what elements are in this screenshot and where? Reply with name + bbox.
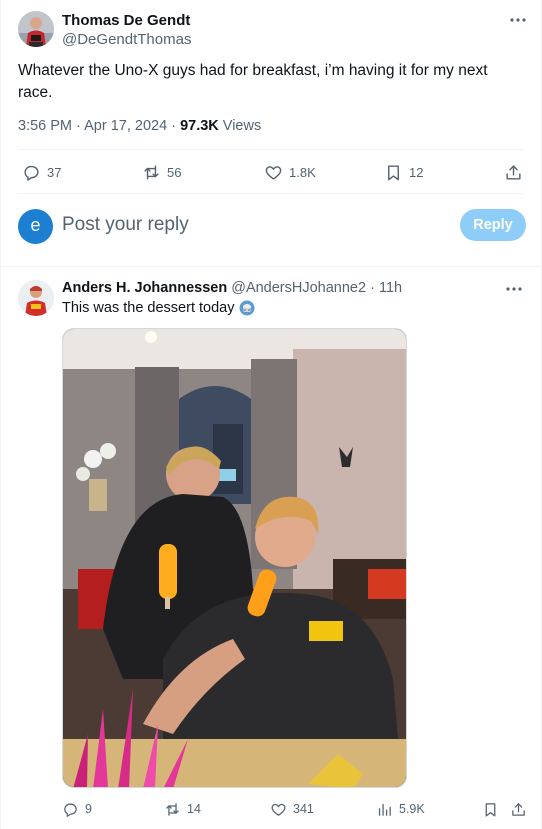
share-action-button[interactable] [510,798,527,820]
repost-action-button[interactable]: 56 [142,158,181,186]
reply-author-name[interactable]: Anders H. Johannessen [62,280,227,296]
repost-icon [144,164,159,180]
more-options-icon[interactable] [504,282,524,298]
bookmark-action-button[interactable]: 12 [384,158,423,186]
heart-icon [265,165,282,180]
author-avatar[interactable] [18,11,54,47]
repost-action-button[interactable]: 14 [164,798,201,820]
repost-icon [166,802,179,816]
reply-icon [24,165,39,181]
bookmark-count: 12 [409,164,424,180]
reply-tweet-header: Anders H. Johannessen @AndersHJohanne2 ·… [62,280,402,296]
reply-action-button[interactable]: 9 [62,798,92,820]
reply-icon [64,803,77,817]
tweet-actions: 37 56 1.8K 12 [18,158,528,186]
like-action-button[interactable]: 1.8K [264,158,316,186]
more-options-icon[interactable] [508,13,528,29]
reply-composer: e Post your reply Reply [18,208,528,244]
share-icon [512,802,525,816]
tweet-text: Whatever the Uno-X guys had for breakfas… [18,62,488,101]
tweet-meta: 3:56 PM · Apr 17, 2024 · 97.3K Views [18,118,261,134]
views-count: 5.9K [399,802,425,816]
share-icon [506,164,521,180]
ice-cream-emoji-icon [239,300,255,316]
reply-action-button[interactable]: 37 [22,158,61,186]
repost-count: 14 [187,802,201,816]
reply-text-content: This was the dessert today [62,300,235,316]
views-count: 97.3K [180,118,219,134]
bookmark-action-button[interactable] [482,798,499,820]
like-action-button[interactable]: 341 [270,798,314,820]
views-label: Views [222,118,262,134]
analytics-icon [378,803,391,816]
meta-separator: · [76,118,81,134]
views-action-button[interactable]: 5.9K [376,798,425,820]
divider [18,149,524,150]
author-handle[interactable]: @DeGendtThomas [62,31,191,48]
reply-tweet-text: This was the dessert today [62,300,255,316]
current-user-avatar[interactable]: e [18,209,53,244]
thread-separator [1,266,541,267]
bookmark-icon [485,802,496,817]
share-action-button[interactable] [504,158,523,186]
reply-count: 37 [47,164,62,180]
bookmark-icon [388,164,399,180]
reply-button[interactable]: Reply [460,209,526,241]
author-name[interactable]: Thomas De Gendt [62,12,190,29]
heart-icon [271,803,286,816]
main-tweet-header: Thomas De Gendt @DeGendtThomas [18,11,528,51]
tweet-date[interactable]: Apr 17, 2024 [84,118,167,134]
meta-separator: · [171,118,177,134]
reply-tweet-actions: 9 14 341 5.9K [62,798,528,820]
divider [18,193,524,194]
reply-author-avatar[interactable] [18,280,54,316]
tweet-detail-view: Thomas De Gendt @DeGendtThomas Whatever … [0,0,542,829]
reply-time[interactable]: · 11h [370,280,402,296]
reply-input[interactable]: Post your reply [62,214,189,236]
like-count: 341 [293,802,314,816]
reply-count: 9 [85,802,92,816]
attached-photo[interactable] [62,328,407,788]
tweet-time[interactable]: 3:56 PM [18,118,72,134]
like-count: 1.8K [289,164,316,180]
reply-author-handle[interactable]: @AndersHJohanne2 [231,280,366,296]
repost-count: 56 [167,164,182,180]
